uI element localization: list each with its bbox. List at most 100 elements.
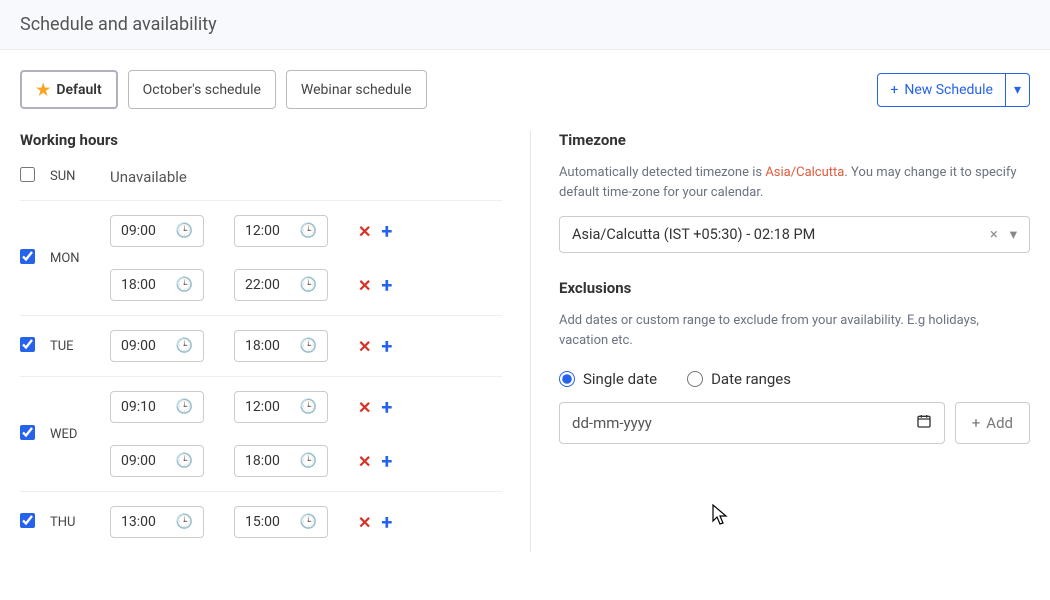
time-slot: 09:10 🕒 12:00 🕒 ✕ + <box>110 391 502 423</box>
day-label: SUN <box>50 169 110 184</box>
add-slot-icon[interactable]: + <box>381 510 392 534</box>
remove-slot-icon[interactable]: ✕ <box>358 276 371 295</box>
date-placeholder: dd-mm-yyyy <box>572 414 652 432</box>
end-time-input[interactable]: 22:00 🕒 <box>234 269 328 301</box>
remove-slot-icon[interactable]: ✕ <box>358 452 371 471</box>
clock-icon: 🕒 <box>176 277 193 293</box>
clock-icon: 🕒 <box>300 223 317 239</box>
clock-icon: 🕒 <box>176 338 193 354</box>
day-label: WED <box>50 427 110 442</box>
time-value: 12:00 <box>245 223 280 239</box>
start-time-input[interactable]: 09:10 🕒 <box>110 391 204 423</box>
time-slot: 09:00 🕒 12:00 🕒 ✕ + <box>110 215 502 247</box>
tab-label: Webinar schedule <box>301 82 412 98</box>
exclusion-date-row: dd-mm-yyyy + Add <box>559 402 1030 444</box>
time-value: 09:10 <box>121 399 156 415</box>
plus-icon: + <box>890 82 898 98</box>
time-value: 18:00 <box>245 453 280 469</box>
timezone-description: Automatically detected timezone is Asia/… <box>559 163 1030 202</box>
clock-icon: 🕒 <box>300 277 317 293</box>
day-enable-mon[interactable] <box>20 249 35 264</box>
add-slot-icon[interactable]: + <box>381 395 392 419</box>
toolbar: ★ Default October's schedule Webinar sch… <box>0 50 1050 121</box>
clock-icon: 🕒 <box>176 453 193 469</box>
tab-october[interactable]: October's schedule <box>128 70 276 109</box>
day-enable-thu[interactable] <box>20 513 35 528</box>
time-value: 15:00 <box>245 514 280 530</box>
radio-single-date-input[interactable] <box>559 371 575 387</box>
radio-label: Single date <box>583 370 657 388</box>
time-slot: 09:00🕒 18:00 🕒 ✕ + <box>110 330 502 362</box>
caret-down-icon[interactable]: ▾ <box>1010 226 1017 243</box>
tab-default[interactable]: ★ Default <box>20 70 118 109</box>
exclusion-mode-row: Single date Date ranges <box>559 370 1030 388</box>
exclusion-date-input[interactable]: dd-mm-yyyy <box>559 402 945 444</box>
add-slot-icon[interactable]: + <box>381 334 392 358</box>
add-slot-icon[interactable]: + <box>381 219 392 243</box>
timezone-select[interactable]: Asia/Calcutta (IST +05:30) - 02:18 PM × … <box>559 216 1030 253</box>
remove-slot-icon[interactable]: ✕ <box>358 398 371 417</box>
day-row-mon: MON 09:00🕒 12:00🕒 ✕+ 18:00🕒 22:00🕒 ✕+ <box>20 201 502 316</box>
day-row-wed: WED 09:10 🕒 12:00 🕒 ✕ + 09:00 🕒 18:00 🕒 ✕ + <box>20 377 502 492</box>
new-schedule-split-button: + New Schedule ▾ <box>877 73 1030 107</box>
clock-icon: 🕒 <box>300 399 317 415</box>
working-hours-pane: Working hours SUN Unavailable MON 09:00🕒… <box>20 131 530 552</box>
timezone-exclusions-pane: Timezone Automatically detected timezone… <box>530 131 1030 552</box>
new-schedule-button[interactable]: + New Schedule <box>877 73 1006 107</box>
add-slot-icon[interactable]: + <box>381 449 392 473</box>
new-schedule-dropdown-toggle[interactable]: ▾ <box>1006 73 1030 107</box>
day-row-tue: TUE 09:00🕒 18:00🕒 ✕+ <box>20 316 502 377</box>
add-slot-icon[interactable]: + <box>381 273 392 297</box>
time-value: 18:00 <box>121 277 156 293</box>
remove-slot-icon[interactable]: ✕ <box>358 513 371 532</box>
day-enable-sun[interactable] <box>20 167 35 182</box>
start-time-input[interactable]: 18:00 🕒 <box>110 269 204 301</box>
start-time-input[interactable]: 13:00🕒 <box>110 506 204 538</box>
time-value: 22:00 <box>245 277 280 293</box>
day-enable-tue[interactable] <box>20 337 35 352</box>
clock-icon: 🕒 <box>176 223 193 239</box>
start-time-input[interactable]: 09:00 🕒 <box>110 445 204 477</box>
schedule-tabs: ★ Default October's schedule Webinar sch… <box>20 70 427 109</box>
day-label: THU <box>50 515 110 530</box>
caret-down-icon: ▾ <box>1014 82 1021 98</box>
remove-slot-icon[interactable]: ✕ <box>358 337 371 356</box>
clock-icon: 🕒 <box>176 514 193 530</box>
radio-single-date[interactable]: Single date <box>559 370 657 388</box>
start-time-input[interactable]: 09:00 🕒 <box>110 215 204 247</box>
start-time-input[interactable]: 09:00🕒 <box>110 330 204 362</box>
end-time-input[interactable]: 18:00 🕒 <box>234 445 328 477</box>
detected-timezone-link[interactable]: Asia/Calcutta <box>765 165 844 180</box>
clear-icon[interactable]: × <box>990 226 998 243</box>
time-value: 18:00 <box>245 338 280 354</box>
add-exclusion-button[interactable]: + Add <box>955 402 1030 444</box>
star-icon: ★ <box>36 80 50 99</box>
day-row-thu: THU 13:00🕒 15:00 🕒 ✕ + <box>20 492 502 552</box>
exclusions-title: Exclusions <box>559 279 1030 297</box>
clock-icon: 🕒 <box>300 453 317 469</box>
timezone-title: Timezone <box>559 131 1030 149</box>
clock-icon: 🕒 <box>300 514 317 530</box>
radio-date-ranges-input[interactable] <box>687 371 703 387</box>
time-value: 09:00 <box>121 223 156 239</box>
working-hours-title: Working hours <box>20 131 502 149</box>
clock-icon: 🕒 <box>300 338 317 354</box>
end-time-input[interactable]: 15:00 🕒 <box>234 506 328 538</box>
calendar-icon[interactable] <box>916 413 932 433</box>
remove-slot-icon[interactable]: ✕ <box>358 222 371 241</box>
radio-date-ranges[interactable]: Date ranges <box>687 370 791 388</box>
time-slot: 18:00 🕒 22:00 🕒 ✕ + <box>110 269 502 301</box>
end-time-input[interactable]: 18:00 🕒 <box>234 330 328 362</box>
tab-webinar[interactable]: Webinar schedule <box>286 70 427 109</box>
tab-label: October's schedule <box>143 82 261 98</box>
end-time-input[interactable]: 12:00 🕒 <box>234 391 328 423</box>
day-enable-wed[interactable] <box>20 425 35 440</box>
radio-label: Date ranges <box>711 370 791 388</box>
time-value: 09:00 <box>121 453 156 469</box>
clock-icon: 🕒 <box>176 399 193 415</box>
timezone-selected-value: Asia/Calcutta (IST +05:30) - 02:18 PM <box>572 226 815 243</box>
end-time-input[interactable]: 12:00 🕒 <box>234 215 328 247</box>
tz-desc-pre: Automatically detected timezone is <box>559 165 765 180</box>
day-row-sun: SUN Unavailable <box>20 163 502 201</box>
time-value: 12:00 <box>245 399 280 415</box>
